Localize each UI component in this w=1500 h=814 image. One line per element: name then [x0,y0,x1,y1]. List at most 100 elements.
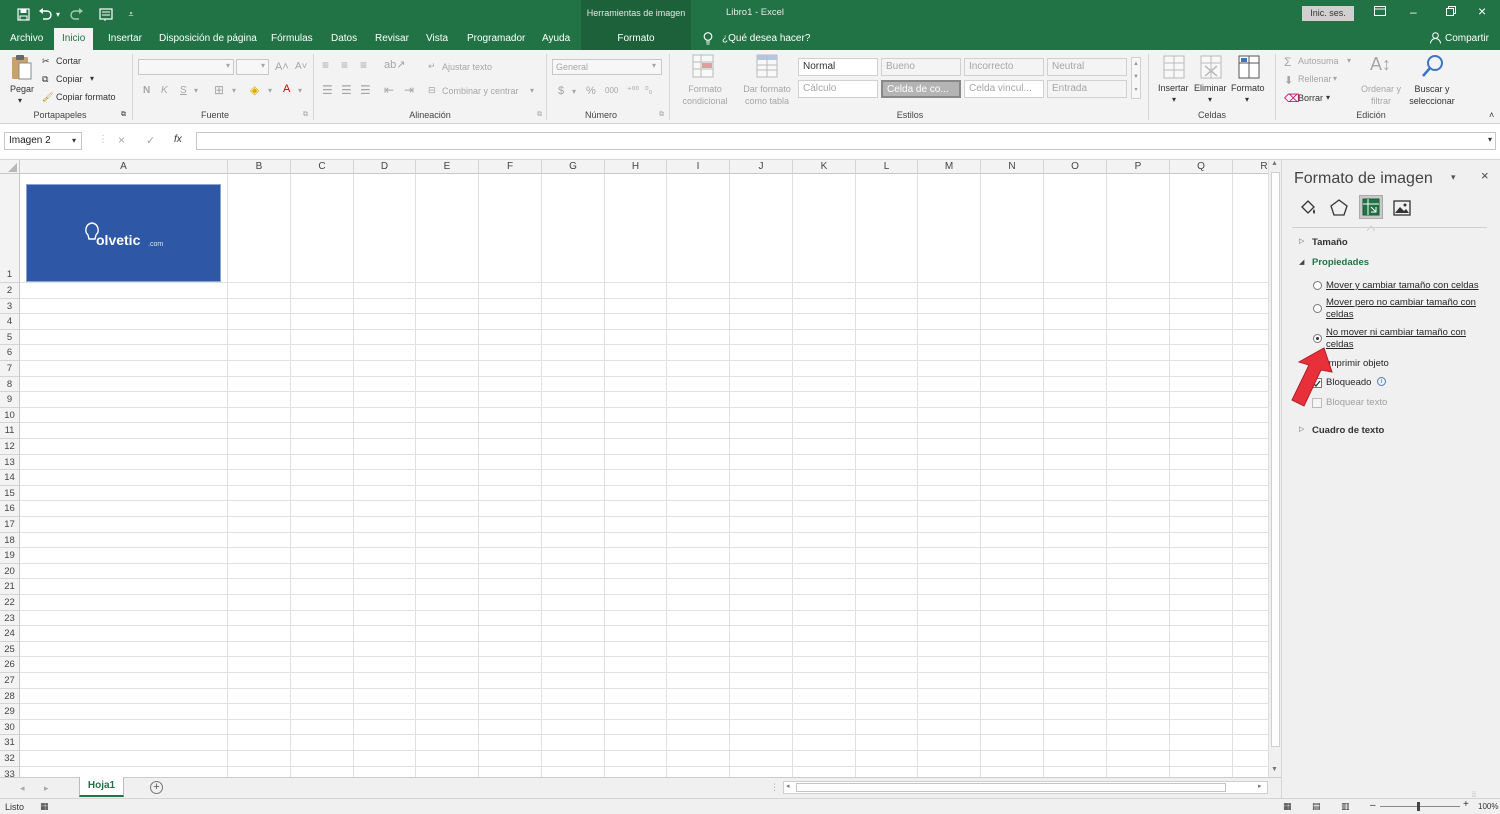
row-header-17[interactable]: 17 [0,517,20,533]
fill-color-dropdown-icon[interactable]: ▾ [268,86,272,95]
name-box-dropdown-icon[interactable]: ▾ [72,136,76,145]
row-header-6[interactable]: 6 [0,345,20,361]
tab-review[interactable]: Revisar [373,28,411,50]
insert-cells-button[interactable]: Insertar [1158,83,1189,93]
sheet-tab-hoja1[interactable]: Hoja1 [79,777,124,797]
row-header-3[interactable]: 3 [0,298,20,315]
find-select-icon[interactable] [1421,54,1447,80]
zoom-slider[interactable] [1380,806,1460,807]
column-header-p[interactable]: P [1107,160,1170,174]
style-check-cell[interactable]: Celda de co... [881,80,961,98]
row-header-15[interactable]: 15 [0,485,20,502]
decrease-decimal-icon[interactable]: ⁰₀ [645,85,652,96]
number-launcher-icon[interactable]: ⧉ [659,111,664,119]
collapse-ribbon-icon[interactable]: ˄ [1489,110,1494,120]
horizontal-scrollbar[interactable]: ◂ ▸ [783,781,1268,794]
format-as-table-button[interactable]: Dar formato como tabla [736,83,798,107]
row-header-16[interactable]: 16 [0,501,20,517]
align-bottom-icon[interactable]: ≡ [360,58,367,72]
column-header-r[interactable]: R [1233,160,1268,174]
align-top-icon[interactable]: ≡ [322,58,329,72]
format-as-table-icon[interactable] [756,54,780,80]
align-middle-icon[interactable]: ≡ [341,58,348,72]
tab-format[interactable]: Formato [581,28,691,49]
clear-dropdown-icon[interactable]: ▾ [1326,93,1330,102]
page-break-view-icon[interactable]: ▥ [1341,801,1350,812]
column-header-m[interactable]: M [918,160,981,174]
format-cells-icon[interactable] [1237,54,1261,80]
underline-dropdown-icon[interactable]: ▾ [194,86,198,95]
styles-gallery-scroll[interactable]: ▲ ▼ ▾ [1131,57,1141,99]
scroll-right-icon[interactable]: ▸ [1258,782,1262,790]
clipboard-launcher-icon[interactable]: ⧉ [121,111,126,119]
column-header-i[interactable]: I [667,160,730,174]
properties-section-header[interactable]: Propiedades [1312,257,1369,268]
minimize-icon[interactable]: – [1410,5,1424,19]
row-header-2[interactable]: 2 [0,283,20,299]
fill-button[interactable]: Rellenar [1298,74,1332,84]
insert-cells-dropdown-icon[interactable]: ▾ [1172,95,1176,104]
thousands-button[interactable]: 000 [605,86,618,95]
underline-button[interactable]: S [180,85,187,96]
column-header-n[interactable]: N [981,160,1044,174]
scroll-up-icon[interactable]: ▲ [1271,160,1278,167]
row-header-7[interactable]: 7 [0,361,20,377]
row-header-26[interactable]: 26 [0,657,20,673]
style-calculation[interactable]: Cálculo [798,80,878,98]
conditional-format-button[interactable]: Formato condicional [674,83,736,107]
row-header-14[interactable]: 14 [0,470,20,486]
normal-view-icon[interactable]: ▦ [1283,801,1292,812]
row-header-13[interactable]: 13 [0,454,20,471]
properties-collapse-icon[interactable]: ◢ [1299,258,1304,266]
percent-button[interactable]: % [586,85,596,97]
paste-button[interactable]: Pegar [10,84,34,94]
style-linked-cell[interactable]: Celda vincul... [964,80,1044,98]
autosum-button[interactable]: Autosuma [1298,56,1339,66]
find-select-button[interactable]: Buscar y seleccionar [1402,83,1462,107]
option-move-no-size-label[interactable]: Mover pero no cambiar tamaño con celdas [1326,297,1496,321]
row-header-23[interactable]: 23 [0,610,20,627]
column-header-c[interactable]: C [291,160,354,174]
horizontal-scroll-thumb[interactable] [796,783,1226,792]
row-header-28[interactable]: 28 [0,688,20,705]
column-header-a[interactable]: A [20,160,228,174]
row-header-21[interactable]: 21 [0,579,20,595]
column-header-b[interactable]: B [228,160,291,174]
vertical-scrollbar[interactable]: ▲ ▼ [1268,160,1281,777]
undo-dropdown-icon[interactable]: ▾ [54,5,62,23]
page-layout-view-icon[interactable]: ▤ [1312,801,1321,812]
redo-icon[interactable] [68,5,86,23]
tab-home[interactable]: Inicio [54,28,94,50]
number-format-dropdown-icon[interactable]: ▾ [652,61,656,70]
row-header-9[interactable]: 9 [0,392,20,408]
row-header-12[interactable]: 12 [0,439,20,455]
column-header-q[interactable]: Q [1170,160,1233,174]
style-neutral[interactable]: Neutral [1047,58,1127,76]
tab-page-layout[interactable]: Disposición de página [157,28,259,50]
fill-color-icon[interactable]: ◈ [250,83,259,97]
italic-button[interactable]: K [161,85,168,96]
decrease-font-icon[interactable]: A˅ [295,61,308,72]
column-header-f[interactable]: F [479,160,542,174]
column-header-d[interactable]: D [354,160,416,174]
row-header-20[interactable]: 20 [0,563,20,580]
style-bad[interactable]: Incorrecto [964,58,1044,76]
fill-line-icon[interactable] [1298,198,1318,218]
zoom-in-icon[interactable]: + [1463,799,1469,810]
pane-close-icon[interactable]: × [1481,168,1489,183]
scroll-down-icon[interactable]: ▼ [1271,766,1278,773]
size-section-header[interactable]: Tamaño [1312,237,1348,248]
paste-dropdown-icon[interactable]: ▾ [18,96,22,105]
cancel-entry-icon[interactable]: × [118,133,125,147]
radio-move-no-size[interactable] [1313,304,1322,313]
tab-formulas[interactable]: Fórmulas [269,28,315,50]
inserted-image[interactable]: olvetic .com [26,184,221,282]
insert-cells-icon[interactable] [1162,54,1186,80]
row-header-29[interactable]: 29 [0,704,20,720]
column-header-h[interactable]: H [605,160,667,174]
textbox-expand-icon[interactable]: ▷ [1299,425,1304,433]
close-window-icon[interactable]: × [1478,3,1492,19]
currency-button[interactable]: $ [558,85,564,97]
row-header-22[interactable]: 22 [0,595,20,611]
row-header-31[interactable]: 31 [0,735,20,751]
